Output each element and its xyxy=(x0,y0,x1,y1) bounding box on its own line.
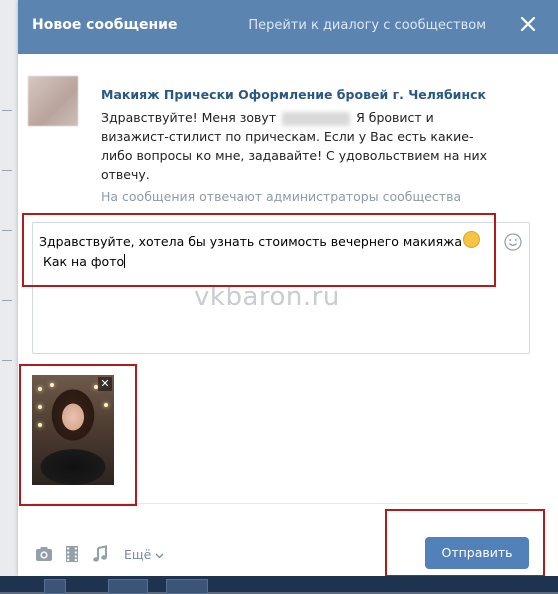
message-text[interactable]: Здравствуйте, хотела бы узнать стоимость… xyxy=(39,231,494,272)
photo-thumbnail xyxy=(32,375,114,485)
more-attachments-button[interactable]: Ещё xyxy=(124,547,164,562)
smiling-emoji-icon xyxy=(463,231,481,248)
os-taskbar xyxy=(0,576,558,594)
chevron-down-icon xyxy=(155,547,164,562)
new-message-modal: Новое сообщение Перейти к диалогу с сооб… xyxy=(18,0,558,576)
smile-icon[interactable] xyxy=(503,232,523,252)
admins-note: На сообщения отвечают администраторы соо… xyxy=(101,189,462,204)
close-icon[interactable] xyxy=(516,12,540,36)
blurred-name xyxy=(282,111,351,126)
community-name-link[interactable]: Макияж Прически Оформление бровей г. Чел… xyxy=(101,87,486,102)
more-label: Ещё xyxy=(124,547,152,562)
film-icon[interactable] xyxy=(62,544,84,564)
camera-icon[interactable] xyxy=(34,544,56,564)
divider xyxy=(32,503,528,504)
music-note-icon[interactable] xyxy=(90,544,112,564)
background-page-edge xyxy=(0,0,18,592)
watermark: vkbaron.ru xyxy=(194,282,340,312)
modal-title: Новое сообщение xyxy=(32,17,178,33)
send-button[interactable]: Отправить xyxy=(425,537,529,569)
modal-header: Новое сообщение Перейти к диалогу с сооб… xyxy=(18,0,558,54)
text-caret xyxy=(124,254,126,268)
community-avatar[interactable] xyxy=(28,76,78,126)
message-line-2: Как на фото xyxy=(43,254,125,269)
goto-dialog-link[interactable]: Перейти к диалогу с сообществом xyxy=(248,18,486,33)
attached-photo[interactable]: ✕ xyxy=(32,375,114,485)
remove-attachment-icon[interactable]: ✕ xyxy=(98,377,112,391)
message-line-1: Здравствуйте, хотела бы узнать стоимость… xyxy=(39,234,463,249)
greeting-part1: Здравствуйте! Меня зовут xyxy=(101,110,277,125)
community-greeting: Здравствуйте! Меня зовут Я бровист и виз… xyxy=(101,108,501,184)
